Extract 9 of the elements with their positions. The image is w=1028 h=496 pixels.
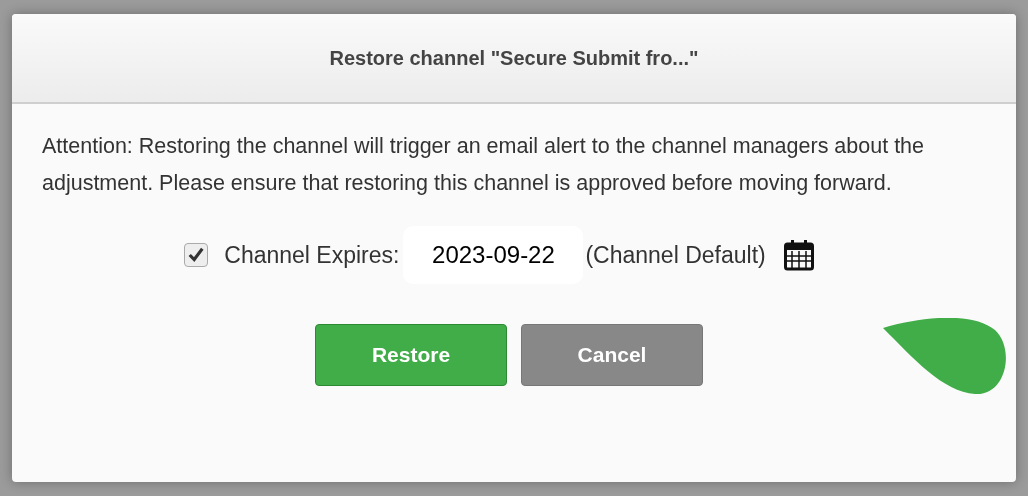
message-text: Attention: Restoring the channel will trigger an email alert to the channel managers about the adjustment. Please ensure that restoring this channel is approved before moving forward.	[42, 133, 926, 197]
restore-button[interactable]: Restore	[315, 324, 507, 386]
expires-checkbox[interactable]	[184, 243, 209, 267]
expires-label: Channel Expires:	[224, 241, 400, 269]
default-note: (Channel Default)	[585, 241, 766, 269]
date-field[interactable]: 2023-09-22	[403, 226, 584, 284]
dialog-title: Restore channel "Secure Submit fro..."	[329, 46, 699, 70]
cancel-button[interactable]: Cancel	[521, 324, 703, 386]
calendar-icon[interactable]	[783, 239, 814, 271]
